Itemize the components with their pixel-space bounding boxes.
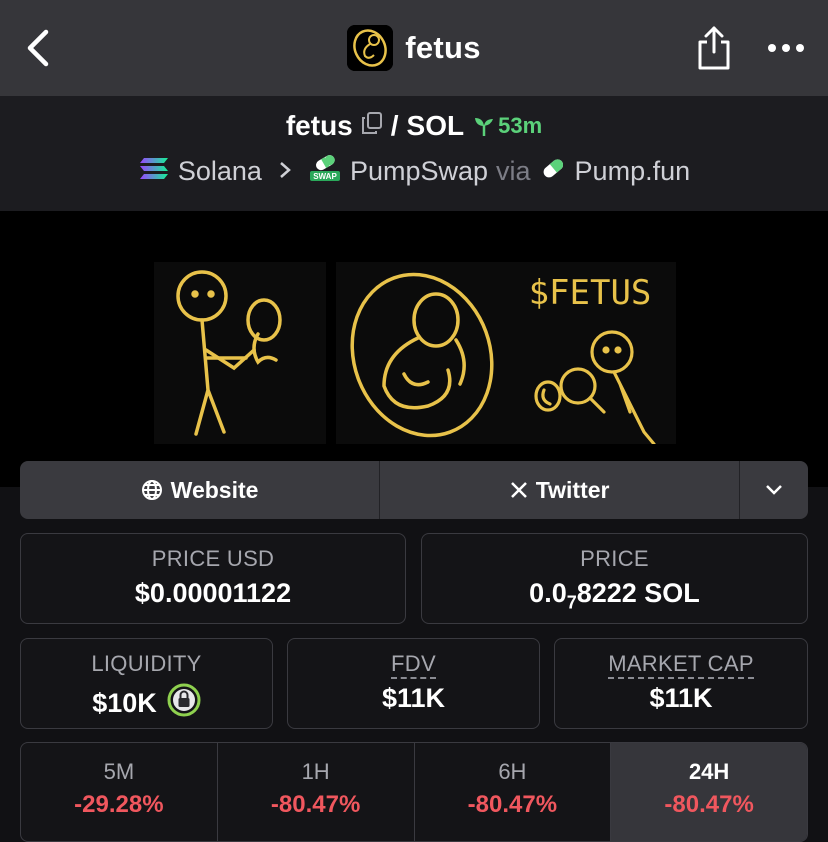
tf-change: -80.47% [270, 791, 361, 818]
price-prefix: 0.0 [529, 578, 567, 608]
price-native-value: 0.078222 SOL [422, 578, 807, 613]
base-token-symbol: fetus [285, 110, 353, 141]
tf-change: -29.28% [74, 791, 164, 818]
price-subscript: 7 [566, 592, 577, 613]
chevron-down-icon [766, 485, 782, 495]
chain-name[interactable]: Solana [178, 156, 262, 187]
pair-info: fetus / SOL 53m Solana SWAP PumpSwap via… [0, 96, 828, 211]
price-usd-label: PRICE USD [151, 546, 275, 571]
sprout-icon [475, 118, 494, 136]
token-avatar [347, 25, 394, 71]
market-cap-label[interactable]: MARKET CAP [555, 651, 807, 679]
solana-icon [138, 156, 170, 187]
pill-icon [539, 154, 567, 189]
nav-title: fetus [405, 30, 481, 65]
liquidity-label: LIQUIDITY [91, 651, 202, 676]
back-arrow-icon[interactable] [20, 28, 60, 68]
tf-change: -80.47% [664, 791, 754, 818]
fdv-value: $11K [381, 683, 446, 713]
website-button[interactable]: Website [20, 461, 381, 519]
svg-text:SWAP: SWAP [313, 172, 337, 181]
tab-1h[interactable]: 1H -80.47% [218, 743, 415, 841]
token-title[interactable]: fetus [347, 25, 481, 71]
copy-icon[interactable] [361, 110, 383, 142]
liquidity-value: $10K [92, 688, 157, 718]
market-cap-value: $11K [649, 683, 713, 713]
tab-6h[interactable]: 6H -80.47% [415, 743, 612, 841]
price-usd-card: PRICE USD $0.00001122 [20, 533, 406, 624]
tab-24h[interactable]: 24H -80.47% [611, 743, 807, 841]
globe-icon [141, 480, 162, 500]
liquidity-row: $10K [21, 683, 272, 724]
share-icon[interactable] [696, 24, 732, 72]
twitter-button[interactable]: Twitter [380, 461, 741, 519]
liquidity-card: LIQUIDITY $10K [20, 638, 273, 729]
quote-token-symbol: SOL [406, 110, 465, 141]
tf-label: 1H [301, 759, 330, 784]
price-suffix: 8222 SOL [576, 578, 700, 608]
pair-route: Solana SWAP PumpSwap via Pump.fun [0, 154, 828, 189]
pair-name: fetus / SOL 53m [0, 96, 828, 142]
more-links-dropdown[interactable] [740, 461, 808, 519]
top-nav-bar: fetus [0, 0, 828, 96]
token-banner: $FETUS [0, 211, 828, 487]
stickman-holding-fetus-image [154, 262, 326, 444]
lock-icon[interactable] [167, 683, 201, 724]
price-usd-value: $0.00001122 [134, 578, 292, 608]
market-cap-card: MARKET CAP $11K [554, 638, 808, 729]
social-links-bar: Website Twitter [20, 461, 808, 519]
pair-age: 53m [472, 113, 542, 139]
pair-separator: / [390, 110, 399, 141]
dex-name[interactable]: PumpSwap [350, 156, 488, 187]
pumpswap-icon: SWAP [308, 154, 342, 189]
svg-text:$FETUS: $FETUS [529, 273, 652, 313]
launchpad-name[interactable]: Pump.fun [575, 156, 691, 187]
tf-label: 5M [103, 759, 135, 784]
tf-change: -80.47% [467, 791, 558, 818]
pair-age-text: 53m [498, 113, 543, 138]
more-icon[interactable] [766, 38, 806, 58]
price-native-label: PRICE [580, 546, 649, 571]
chevron-right-icon [278, 156, 292, 187]
price-change-tabs: 5M -29.28% 1H -80.47% 6H -80.47% 24H -80… [20, 742, 808, 842]
fdv-label[interactable]: FDV [288, 651, 539, 679]
fetus-magnifier-image: $FETUS [504, 262, 676, 446]
via-label: via [496, 156, 531, 186]
website-label: Website [170, 476, 259, 503]
fdv-card: FDV $11K [287, 638, 540, 729]
fetus-in-womb-image [336, 262, 508, 444]
tf-label: 24H [688, 759, 730, 784]
tab-5m[interactable]: 5M -29.28% [21, 743, 218, 841]
price-native-card: PRICE 0.078222 SOL [421, 533, 808, 624]
x-logo-icon [510, 482, 527, 498]
twitter-label: Twitter [535, 476, 610, 503]
tf-label: 6H [498, 759, 527, 784]
